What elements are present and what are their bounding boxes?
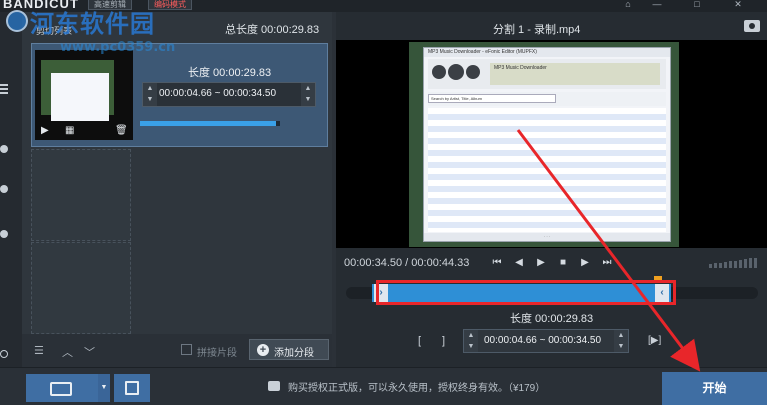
selection-length: 长度 00:00:29.83 [510, 313, 594, 325]
segment-list-footer: ☰ ︿ ﹀ 拼接片段 + 添加分段 [22, 334, 332, 367]
volume-bar [749, 258, 752, 268]
play-icon[interactable]: ▶ [41, 125, 49, 137]
segment-range-input[interactable]: ▲ ▼ 00:00:04.66 ~ 00:00:34.50 ▲ ▼ [142, 82, 316, 107]
volume-control[interactable] [709, 257, 761, 268]
volume-bar [729, 261, 732, 268]
open-dropdown-button[interactable]: ▼ [98, 374, 110, 402]
video-window-title: MP3 Music Downloader - eFonic Editor (MU… [424, 48, 670, 57]
video-toolbar: Search by Artist, Title, Album [428, 92, 666, 106]
merge-checkbox[interactable] [181, 344, 192, 355]
home-icon[interactable]: ⌂ [621, 0, 635, 10]
video-table-row [428, 222, 666, 228]
segment-list-label: 剪切列表 [36, 26, 73, 36]
end-spinner[interactable]: ▲ ▼ [301, 83, 315, 106]
total-length: 总长度 00:00:29.83 [225, 24, 320, 36]
range-text: 00:00:04.66 ~ 00:00:34.50 [484, 335, 602, 346]
highlight-box [376, 280, 676, 305]
play-icon[interactable]: ▶ [534, 256, 548, 270]
volume-bar [724, 261, 727, 268]
video-player-bar: MP3 Music Downloader [428, 59, 666, 89]
add-segment-button[interactable]: + 添加分段 [249, 339, 329, 360]
set-start-icon[interactable]: [ [418, 335, 421, 347]
video-preview[interactable]: MP3 Music Downloader - eFonic Editor (MU… [336, 40, 767, 248]
segment-progress [140, 121, 280, 126]
start-spinner[interactable]: ▲ ▼ [143, 83, 157, 106]
volume-bar [744, 259, 747, 268]
clear-list-icon[interactable]: ☰ [34, 344, 44, 357]
info-icon[interactable] [0, 347, 14, 361]
title-bar: BANDICUT 高速剪辑 编码模式 ⌂ — □ ✕ [0, 0, 767, 12]
trash-icon[interactable]: 🗑 [115, 125, 128, 137]
range-input[interactable]: ▲ ▼ 00:00:04.66 ~ 00:00:34.50 ▲ ▼ [463, 329, 629, 353]
message-icon [268, 381, 280, 391]
close-icon[interactable]: ✕ [731, 0, 745, 10]
circle-icon[interactable] [0, 182, 14, 196]
prev-segment-icon[interactable]: ⏮ [490, 256, 504, 270]
video-table [428, 108, 666, 232]
preview-panel: 分割 1 - 录制.mp4 MP3 Music Downloader - eFo… [336, 12, 767, 367]
left-rail [0, 12, 22, 367]
move-down-icon[interactable]: ﹀ [84, 344, 95, 360]
settings-icon[interactable] [0, 142, 14, 156]
bandicut-app: BANDICUT 高速剪辑 编码模式 ⌂ — □ ✕ 剪切列表 总长度 00:0 [0, 0, 767, 405]
video-content-window: MP3 Music Downloader - eFonic Editor (MU… [423, 47, 671, 242]
volume-bar [714, 263, 717, 268]
set-end-icon[interactable]: ] [442, 335, 445, 347]
app-logo: BANDICUT [3, 0, 79, 11]
video-statusbar: · · · [424, 233, 670, 241]
segment-list-panel: 剪切列表 总长度 00:00:29.83 ▶ ▦ 🗑 长度 00:00:29.8… [22, 12, 332, 367]
segment-progress-fill [140, 121, 276, 126]
list-icon[interactable] [0, 82, 14, 96]
go-end-icon[interactable]: [▶] [648, 335, 661, 346]
camera-icon[interactable] [744, 20, 760, 32]
volume-bar [739, 259, 742, 268]
segment-thumbnail: ▶ ▦ 🗑 [35, 50, 133, 140]
end-spinner[interactable]: ▲ ▼ [614, 330, 628, 352]
next-segment-icon[interactable]: ⏭ [600, 256, 614, 270]
open-file-button[interactable] [26, 374, 98, 402]
segment-list-header: 剪切列表 总长度 00:00:29.83 [22, 12, 332, 42]
video-frame: MP3 Music Downloader - eFonic Editor (MU… [409, 42, 679, 247]
segment-card-1[interactable]: ▶ ▦ 🗑 长度 00:00:29.83 ▲ ▼ 00:00:04.66 ~ 00… [31, 43, 328, 147]
video-search-box: Search by Artist, Title, Album [428, 94, 556, 103]
thumbnail-image [41, 60, 114, 121]
empty-segment-slot [31, 149, 131, 241]
minimize-icon[interactable]: — [650, 0, 664, 10]
grid-icon[interactable]: ▦ [65, 125, 74, 137]
video-player-screen: MP3 Music Downloader [490, 63, 660, 85]
next-frame-icon[interactable]: ▶ [578, 256, 592, 270]
maximize-icon[interactable]: □ [690, 0, 704, 10]
gear-icon[interactable] [0, 227, 14, 241]
segment-range-text: 00:00:04.66 ~ 00:00:34.50 [159, 88, 277, 99]
save-button[interactable] [114, 374, 150, 402]
bottom-bar: ▼ 购买授权正式版，可以永久使用，授权终身有效。（¥179） 开始 [0, 367, 767, 405]
tab-fast-cut[interactable]: 高速剪辑 [88, 0, 132, 10]
empty-segment-slot [31, 242, 131, 334]
stop-icon[interactable]: ■ [556, 256, 570, 270]
save-icon [125, 381, 139, 395]
volume-bar [709, 264, 712, 268]
buy-license-message[interactable]: 购买授权正式版，可以永久使用，授权终身有效。（¥179） [288, 379, 545, 394]
start-button[interactable]: 开始 [662, 372, 767, 405]
volume-bar [734, 260, 737, 268]
prev-frame-icon[interactable]: ◀ [512, 256, 526, 270]
segment-length: 长度 00:00:29.83 [188, 67, 272, 79]
video-title: 分割 1 - 录制.mp4 [493, 24, 581, 36]
plus-icon: + [257, 344, 269, 356]
volume-bar [754, 257, 757, 268]
volume-bar [719, 262, 722, 268]
move-up-icon[interactable]: ︿ [62, 344, 73, 360]
merge-label: 拼接片段 [197, 348, 237, 359]
start-spinner[interactable]: ▲ ▼ [464, 330, 478, 352]
tab-encode-mode[interactable]: 编码模式 [148, 0, 192, 10]
time-display: 00:00:34.50 / 00:00:44.33 [344, 257, 470, 269]
add-segment-label: 添加分段 [274, 348, 314, 359]
folder-icon [50, 382, 72, 396]
